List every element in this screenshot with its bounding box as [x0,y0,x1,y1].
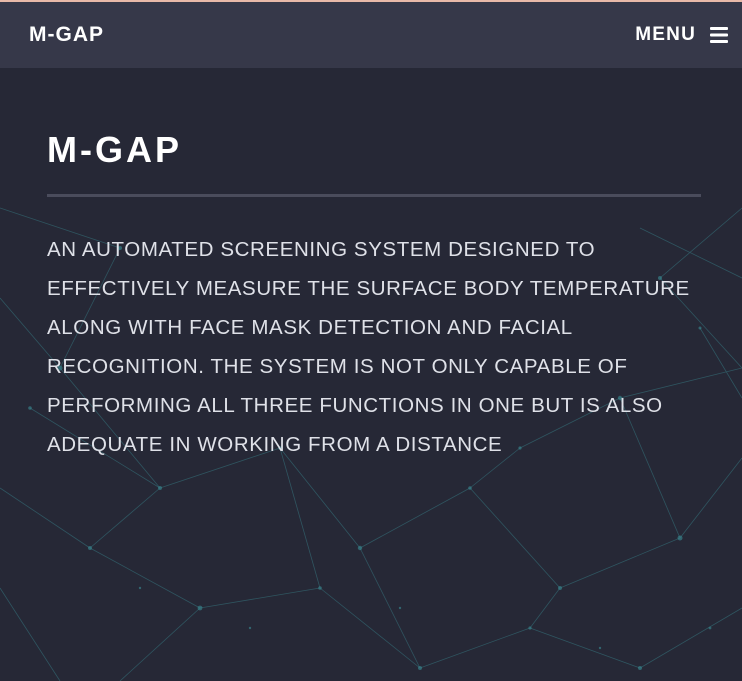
brand-logo[interactable]: M-GAP [29,23,104,47]
hero-divider [47,194,701,197]
page: M-GAP MENU M-GAP AN AUTOMATED SCREENING … [0,0,742,681]
hero-description: AN AUTOMATED SCREENING SYSTEM DESIGNED T… [47,238,690,456]
hero-title: M-GAP [47,129,182,170]
navbar: M-GAP MENU [0,2,742,68]
menu-label: MENU [635,24,696,45]
menu-button[interactable]: MENU [635,24,728,46]
hamburger-icon [710,27,728,43]
hero-section: M-GAP AN AUTOMATED SCREENING SYSTEM DESI… [47,68,701,485]
